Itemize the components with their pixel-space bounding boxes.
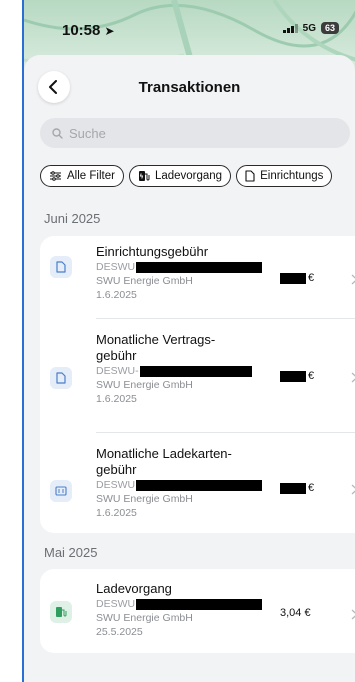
filter-all-chip[interactable]: Alle Filter [40, 165, 124, 187]
list-item[interactable]: Ladevorgang DESWU SWU Energie GmbH 25.5.… [40, 569, 355, 653]
search-icon [52, 127, 63, 139]
filter-sliders-icon [50, 171, 61, 181]
filter-charging-label: Ladevorgang [154, 170, 223, 182]
chevron-right-icon [351, 484, 355, 495]
search-input[interactable]: Suche [40, 118, 350, 148]
item-date: 25.5.2025 [96, 626, 143, 638]
item-date: 1.6.2025 [96, 289, 137, 301]
item-amount: € [280, 370, 314, 382]
charging-station-icon [50, 601, 72, 623]
charging-station-icon [138, 171, 150, 181]
transactions-sheet: Transaktionen Suche Alle Filter Ladevorg… [24, 55, 355, 682]
divider [96, 432, 355, 433]
divider [96, 318, 355, 319]
chevron-right-icon [351, 609, 355, 620]
chevron-right-icon [351, 274, 355, 285]
item-amount: 3,04 € [280, 607, 311, 619]
item-company: SWU Energie GmbH [96, 275, 193, 287]
item-title-line2: gebühr [96, 462, 137, 477]
item-title: Ladevorgang [96, 581, 172, 596]
section-title-june: Juni 2025 [44, 211, 101, 226]
item-reference: DESWU [96, 478, 263, 492]
app-frame: 10:58 ➤ 5G 63 Transaktionen Suche Alle F… [22, 0, 355, 682]
battery-icon: 63 [320, 22, 339, 34]
status-time: 10:58 ➤ [62, 22, 115, 39]
transactions-card-may: Ladevorgang DESWU SWU Energie GmbH 25.5.… [40, 569, 355, 653]
transactions-card-june: Einrichtungsgebühr DESWU SWU Energie Gmb… [40, 236, 355, 533]
item-company: SWU Energie GmbH [96, 379, 193, 391]
filter-charging-chip[interactable]: Ladevorgang [128, 165, 232, 187]
item-title: Einrichtungsgebühr [96, 244, 209, 259]
item-title-line1: Monatliche Vertrags- [96, 332, 216, 347]
status-indicators: 5G 63 [282, 22, 339, 34]
section-title-may: Mai 2025 [44, 545, 98, 560]
network-label: 5G [302, 22, 316, 34]
document-icon [245, 170, 255, 182]
item-reference: DESWU [96, 260, 263, 274]
page-title: Transaktionen [138, 79, 241, 96]
document-icon [50, 367, 72, 389]
navigation-bar: Transaktionen [24, 55, 355, 117]
item-reference: DESWU [96, 597, 263, 611]
item-reference: DESWU- [96, 364, 252, 378]
list-item[interactable]: Monatliche Vertrags- gebühr DESWU- SWU E… [40, 326, 355, 436]
chevron-right-icon [351, 372, 355, 383]
item-title-line1: Monatliche Ladekarten- [96, 446, 232, 461]
item-date: 1.6.2025 [96, 393, 137, 405]
filter-setup-chip[interactable]: Einrichtungs [236, 165, 333, 187]
list-item[interactable]: Einrichtungsgebühr DESWU SWU Energie Gmb… [40, 236, 355, 304]
card-icon [50, 480, 72, 502]
status-bar: 10:58 ➤ 5G 63 [24, 0, 355, 44]
item-amount: € [280, 482, 314, 494]
filter-chips: Alle Filter Ladevorgang Einrichtungs [40, 165, 333, 187]
item-company: SWU Energie GmbH [96, 493, 193, 505]
signal-icon [282, 23, 298, 33]
item-company: SWU Energie GmbH [96, 612, 193, 624]
item-amount: € [280, 272, 314, 284]
list-item[interactable]: Monatliche Ladekarten- gebühr DESWU SWU … [40, 440, 355, 533]
filter-all-label: Alle Filter [67, 170, 115, 182]
item-title-line2: gebühr [96, 348, 137, 363]
filter-setup-label: Einrichtungs [260, 170, 324, 182]
search-placeholder: Suche [69, 125, 106, 141]
document-icon [50, 256, 72, 278]
item-date: 1.6.2025 [96, 507, 137, 519]
